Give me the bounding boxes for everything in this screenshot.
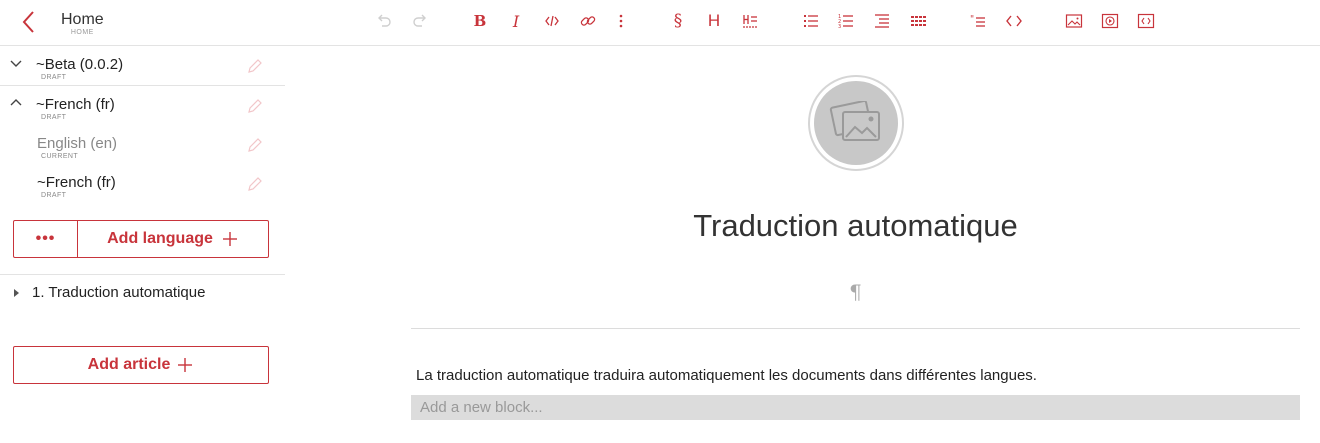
version-status: DRAFT bbox=[41, 114, 67, 121]
chevron-left-icon bbox=[22, 11, 34, 33]
add-block-input[interactable]: Add a new block... bbox=[411, 395, 1300, 420]
add-language-label: Add language bbox=[107, 230, 213, 247]
table-icon bbox=[911, 16, 926, 26]
plus-icon bbox=[222, 232, 237, 246]
version-row-beta[interactable]: ~Beta (0.0.2) DRAFT bbox=[0, 46, 285, 86]
bullet-list-icon bbox=[804, 15, 818, 27]
ordered-list-button[interactable]: 123 bbox=[835, 10, 857, 32]
version-row-french[interactable]: ~French (fr) DRAFT bbox=[0, 86, 285, 126]
language-row-english[interactable]: English (en) CURRENT bbox=[0, 125, 285, 165]
redo-button[interactable] bbox=[409, 10, 431, 32]
version-title: ~Beta (0.0.2) bbox=[36, 56, 124, 73]
link-button[interactable] bbox=[577, 10, 599, 32]
bold-button[interactable]: B bbox=[469, 10, 491, 32]
pencil-icon[interactable] bbox=[246, 57, 264, 75]
plus-icon bbox=[178, 358, 193, 372]
ordered-list-icon: 123 bbox=[838, 14, 853, 30]
caret-right-icon[interactable] bbox=[14, 289, 19, 297]
italic-button[interactable]: I bbox=[505, 10, 527, 32]
home-subtitle: HOME bbox=[70, 29, 94, 36]
top-toolbar: Home HOME B I § H 123 " bbox=[0, 0, 1320, 46]
pencil-icon[interactable] bbox=[246, 97, 264, 115]
pilcrow-icon: ¶ bbox=[849, 280, 862, 304]
kebab-icon bbox=[619, 14, 623, 28]
link-icon bbox=[580, 16, 596, 26]
heading-numbered-icon bbox=[743, 15, 757, 28]
insert-image-button[interactable] bbox=[1063, 10, 1085, 32]
indent-list-icon bbox=[875, 14, 889, 28]
image-placeholder-icon bbox=[829, 101, 880, 141]
sidebar-divider bbox=[0, 274, 285, 275]
article-label: 1. Traduction automatique bbox=[32, 284, 206, 301]
insert-video-button[interactable] bbox=[1099, 10, 1121, 32]
language-status: CURRENT bbox=[41, 153, 79, 160]
bold-icon: B bbox=[473, 12, 487, 30]
section-button[interactable]: § bbox=[667, 10, 689, 32]
sidebar: ~Beta (0.0.2) DRAFT ~French (fr) DRAFT E… bbox=[0, 46, 285, 443]
numbered-heading-button[interactable] bbox=[739, 10, 761, 32]
quote-button[interactable]: " bbox=[967, 10, 989, 32]
image-placeholder-circle bbox=[814, 81, 898, 165]
inline-code-button[interactable] bbox=[541, 10, 563, 32]
language-actions: ••• Add language bbox=[13, 220, 269, 258]
chevron-down-icon[interactable] bbox=[9, 56, 23, 70]
home-breadcrumb[interactable]: Home HOME bbox=[61, 11, 104, 37]
article-item[interactable]: 1. Traduction automatique bbox=[0, 282, 285, 304]
article-title[interactable]: Traduction automatique bbox=[411, 208, 1300, 244]
undo-button[interactable] bbox=[373, 10, 395, 32]
version-status: DRAFT bbox=[41, 74, 67, 81]
embed-icon bbox=[1137, 13, 1155, 29]
chevron-up-icon[interactable] bbox=[9, 96, 23, 110]
article-image-placeholder[interactable] bbox=[808, 75, 904, 171]
quote-icon: " bbox=[970, 15, 985, 27]
image-icon bbox=[1065, 14, 1083, 28]
add-language-button[interactable]: Add language bbox=[78, 221, 268, 257]
section-icon: § bbox=[673, 11, 683, 31]
back-button[interactable] bbox=[18, 9, 40, 35]
language-more-button[interactable]: ••• bbox=[14, 221, 78, 257]
title-divider bbox=[411, 328, 1300, 329]
add-article-button[interactable]: Add article bbox=[13, 346, 269, 384]
bullet-list-button[interactable] bbox=[800, 10, 822, 32]
version-title: ~French (fr) bbox=[36, 96, 115, 113]
video-icon bbox=[1101, 13, 1119, 29]
language-status: DRAFT bbox=[41, 192, 67, 199]
add-article-label: Add article bbox=[87, 356, 171, 373]
language-row-french[interactable]: ~French (fr) DRAFT bbox=[0, 164, 285, 204]
language-title: ~French (fr) bbox=[37, 174, 116, 191]
heading-button[interactable]: H bbox=[703, 10, 725, 32]
indent-list-button[interactable] bbox=[871, 10, 893, 32]
paragraph-block[interactable]: La traduction automatique traduira autom… bbox=[416, 367, 1037, 384]
svg-text:3: 3 bbox=[838, 24, 841, 30]
insert-embed-button[interactable] bbox=[1135, 10, 1157, 32]
italic-icon: I bbox=[512, 11, 520, 31]
table-button[interactable] bbox=[907, 10, 929, 32]
more-options-button[interactable] bbox=[610, 10, 632, 32]
home-title: Home bbox=[61, 11, 104, 28]
svg-text:": " bbox=[970, 15, 974, 25]
pencil-icon[interactable] bbox=[246, 175, 264, 193]
heading-icon: H bbox=[707, 11, 721, 30]
editor-main: Traduction automatique ¶ La traduction a… bbox=[411, 46, 1300, 443]
code-block-icon bbox=[1006, 15, 1022, 27]
undo-icon bbox=[378, 14, 391, 27]
code-block-button[interactable] bbox=[1003, 10, 1025, 32]
redo-icon bbox=[413, 14, 426, 27]
language-title: English (en) bbox=[37, 135, 118, 152]
code-inline-icon bbox=[545, 15, 559, 27]
pencil-icon[interactable] bbox=[246, 136, 264, 154]
